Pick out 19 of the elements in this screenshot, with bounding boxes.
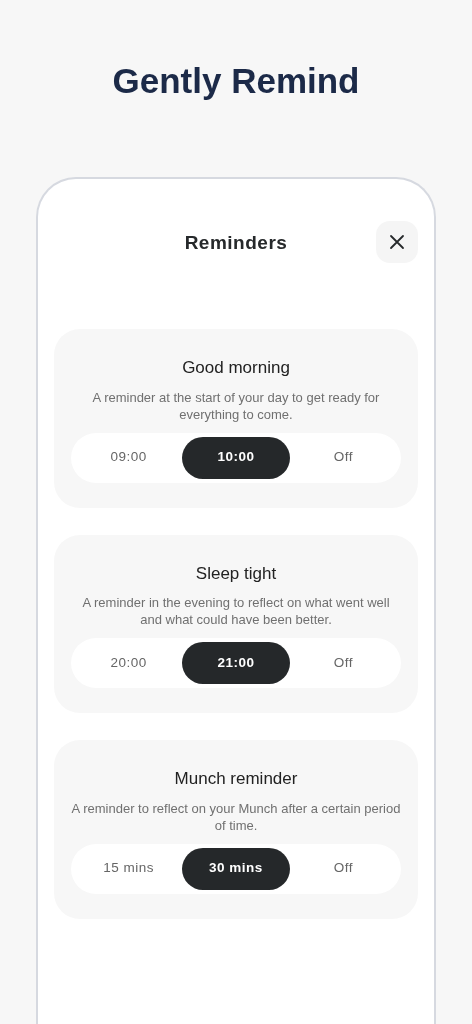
headline: Gently Remind xyxy=(111,60,361,102)
option-button[interactable]: 10:00 xyxy=(182,436,290,479)
reminder-description: A reminder to reflect on your Munch after a certain period of time. xyxy=(71,799,401,834)
close-icon xyxy=(389,234,405,250)
option-button[interactable]: 09:00 xyxy=(75,436,183,479)
reminder-title: Good morning xyxy=(181,357,291,379)
reminder-description: A reminder at the start of your day to get ready for everything to come. xyxy=(91,388,381,423)
close-button[interactable] xyxy=(376,221,418,263)
reminder-description: A reminder in the evening to reflect on what went well and what could have been better. xyxy=(81,594,391,628)
reminder-title: Sleep tight xyxy=(194,562,278,585)
option-button[interactable]: Off xyxy=(289,847,397,890)
option-button[interactable]: 15 mins xyxy=(75,847,183,890)
option-button[interactable]: 30 mins xyxy=(182,847,290,890)
option-button[interactable]: 21:00 xyxy=(182,642,290,684)
option-button[interactable]: Off xyxy=(289,642,397,684)
option-button[interactable]: Off xyxy=(289,436,397,479)
sheet-title: Reminders xyxy=(184,232,288,253)
reminder-title: Munch reminder xyxy=(173,768,299,790)
option-button[interactable]: 20:00 xyxy=(75,642,183,684)
